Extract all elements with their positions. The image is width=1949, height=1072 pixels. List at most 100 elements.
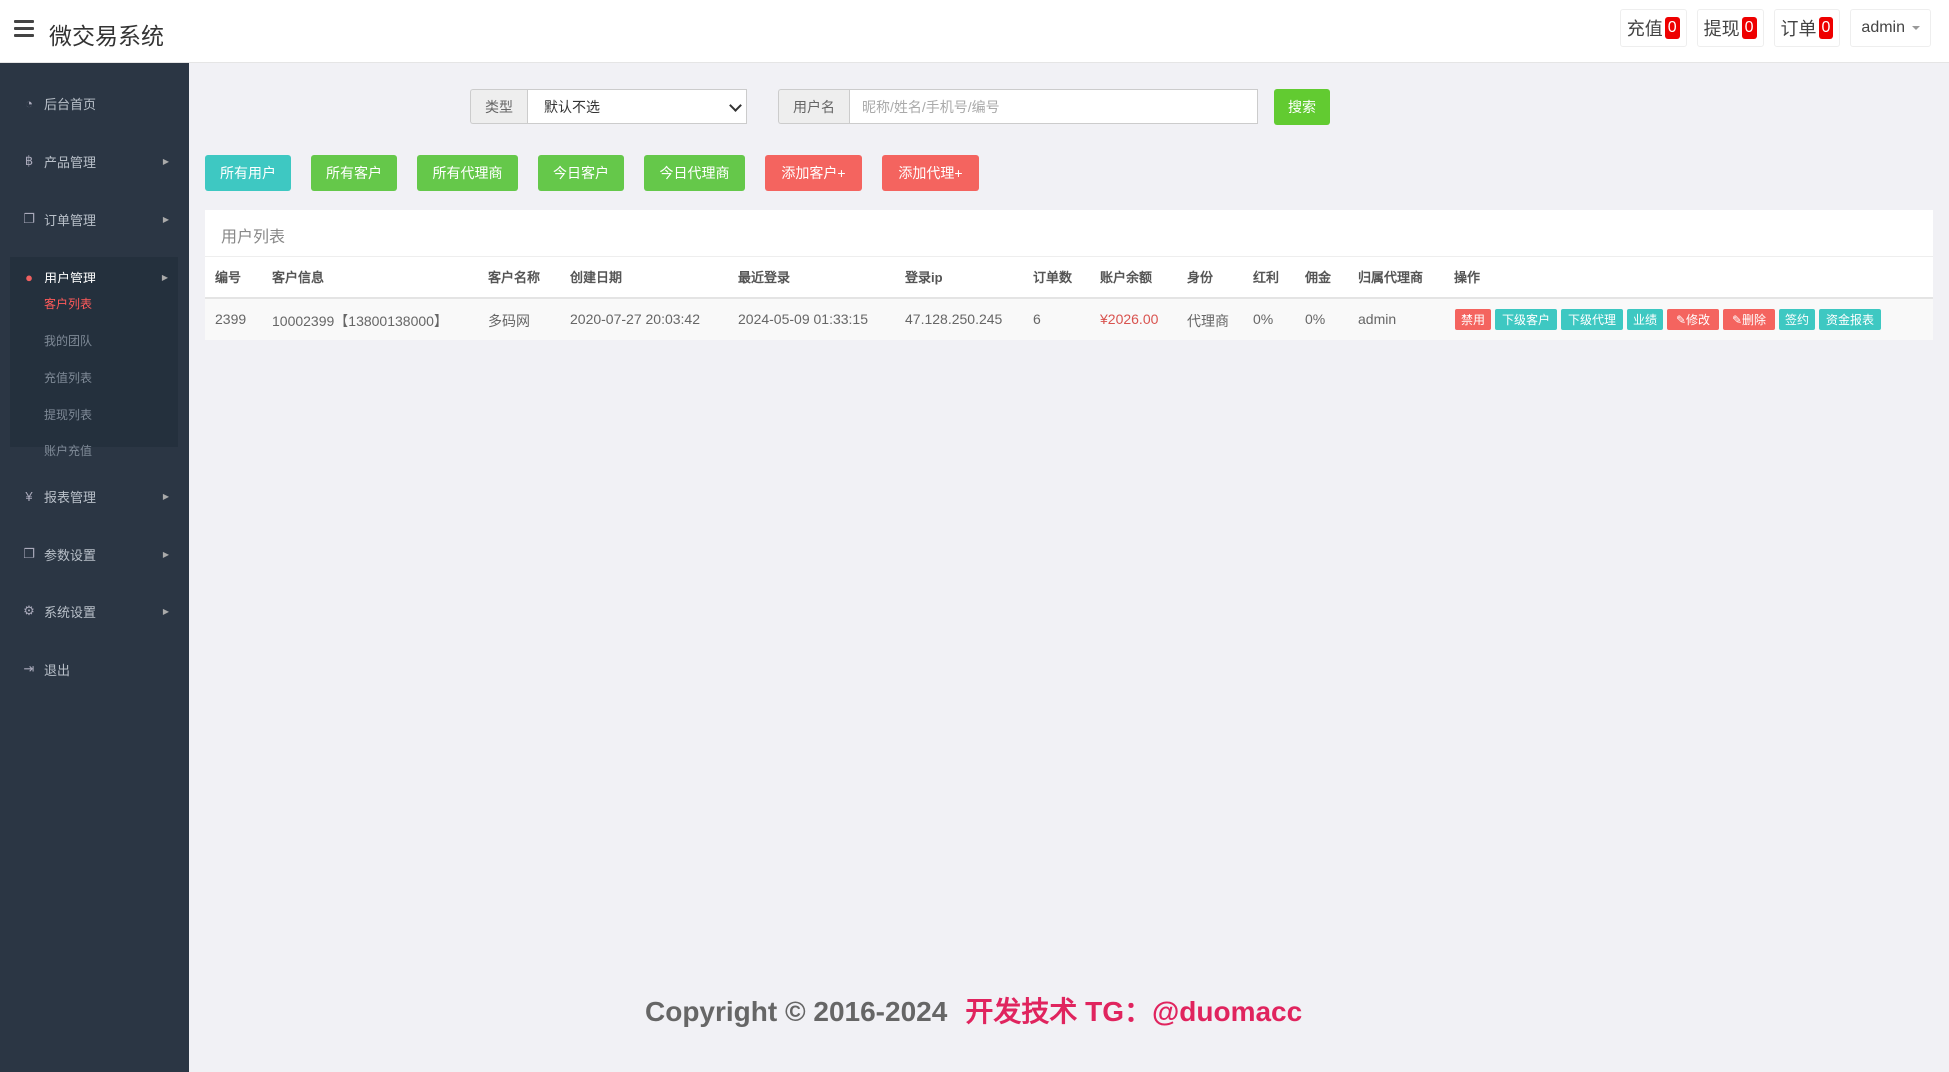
- all-customers-button[interactable]: 所有客户: [311, 155, 397, 191]
- caret-right-icon: ▶: [162, 214, 169, 224]
- sidebar-item-label: 退出: [44, 662, 71, 678]
- cell-agent: admin: [1358, 311, 1397, 327]
- sign-out-icon: ⇥: [23, 661, 35, 676]
- column-header: 账户余额: [1100, 270, 1153, 285]
- user-list-panel: 用户列表 编号 客户信息 客户名称 创建日期 最近登录 登录ip 订单数 账户余…: [205, 210, 1933, 340]
- cell-created: 2020-07-27 20:03:42: [570, 311, 700, 327]
- column-header: 操作: [1454, 270, 1481, 285]
- column-header: 编号: [215, 270, 242, 285]
- sign-contract-button[interactable]: 签约: [1779, 309, 1815, 330]
- sidebar-item-params[interactable]: ❐ 参数设置 ▶: [0, 534, 189, 574]
- top-header: 微交易系统 充值 0 提现 0 订单 0 admin: [0, 0, 1949, 63]
- submenu-account-recharge[interactable]: 账户充值: [44, 442, 92, 459]
- search-button[interactable]: 搜索: [1274, 89, 1330, 125]
- sub-agents-button[interactable]: 下级代理: [1561, 309, 1623, 330]
- user-name: admin: [1861, 19, 1905, 36]
- add-customer-button[interactable]: 添加客户+: [765, 155, 862, 191]
- column-header: 身份: [1187, 270, 1214, 285]
- sidebar-item-dashboard[interactable]: ◔ 后台首页: [0, 83, 189, 123]
- cell-role: 代理商: [1187, 313, 1229, 329]
- sidebar-item-label: 系统设置: [44, 604, 97, 620]
- sidebar-item-label: 报表管理: [44, 489, 97, 505]
- pencil-icon: ✎: [1731, 312, 1743, 327]
- recharge-label: 充值: [1626, 19, 1663, 39]
- cell-bonus: 0%: [1253, 311, 1274, 327]
- edit-button[interactable]: ✎ 修改: [1667, 309, 1719, 330]
- cell-info: 10002399【13800138000】: [272, 313, 448, 329]
- chevron-down-icon: [729, 99, 742, 112]
- copy-icon: ❐: [23, 211, 35, 226]
- column-header: 客户信息: [272, 270, 325, 285]
- yen-icon: ¥: [25, 488, 33, 504]
- sidebar-item-system[interactable]: ⚙ 系统设置 ▶: [0, 591, 189, 631]
- panel-title: 用户列表: [221, 229, 286, 246]
- order-button[interactable]: 订单 0: [1773, 9, 1841, 47]
- column-header: 登录ip: [905, 270, 943, 285]
- caret-right-icon: ▶: [162, 549, 169, 559]
- user-menu-button[interactable]: admin: [1850, 9, 1931, 47]
- column-header: 订单数: [1033, 270, 1073, 285]
- type-select-value: 默认不选: [544, 98, 600, 115]
- sidebar-item-products[interactable]: ฿ 产品管理 ▶: [0, 141, 189, 181]
- submenu-recharge-list[interactable]: 充值列表: [44, 369, 92, 386]
- disable-button[interactable]: 禁用: [1455, 309, 1491, 330]
- withdraw-label: 提现: [1703, 19, 1740, 39]
- sidebar-item-label: 后台首页: [44, 96, 97, 112]
- type-label: 类型: [470, 89, 527, 124]
- sidebar-item-reports[interactable]: ¥ 报表管理 ▶: [0, 476, 189, 516]
- all-users-button[interactable]: 所有用户: [205, 155, 291, 191]
- column-header: 创建日期: [570, 270, 623, 285]
- recharge-count-badge: 0: [1664, 17, 1680, 39]
- caret-right-icon: ▶: [162, 606, 169, 616]
- column-header: 红利: [1253, 270, 1280, 285]
- caret-right-icon: ▶: [161, 272, 168, 282]
- app-title: 微交易系统: [49, 23, 164, 49]
- sidebar-item-label: 产品管理: [44, 154, 97, 170]
- sidebar-item-logout[interactable]: ⇥ 退出: [0, 649, 189, 689]
- order-label: 订单: [1780, 19, 1817, 39]
- column-header: 佣金: [1305, 270, 1332, 285]
- footer: Copyright © 2016-2024 开发技术 TG：@duomacc: [645, 990, 1302, 1030]
- caret-right-icon: ▶: [162, 491, 169, 501]
- sidebar-item-orders[interactable]: ❐ 订单管理 ▶: [0, 199, 189, 239]
- delete-button[interactable]: ✎ 删除: [1723, 309, 1775, 330]
- cell-name: 多码网: [488, 313, 530, 329]
- sidebar-item-label: 参数设置: [44, 547, 97, 563]
- submenu-my-team[interactable]: 我的团队: [44, 332, 92, 349]
- withdraw-count-badge: 0: [1741, 17, 1757, 39]
- cell-orders: 6: [1033, 311, 1041, 327]
- dashboard-icon: ◔: [25, 95, 33, 111]
- copyright-text: Copyright © 2016-2024: [645, 996, 948, 1027]
- column-header: 归属代理商: [1358, 270, 1424, 285]
- sidebar-item-label: 订单管理: [44, 212, 97, 228]
- type-select[interactable]: 默认不选: [527, 89, 747, 124]
- column-header: 最近登录: [738, 270, 791, 285]
- recharge-button[interactable]: 充值 0: [1619, 9, 1687, 47]
- username-search-input[interactable]: [849, 89, 1258, 124]
- today-customers-button[interactable]: 今日客户: [538, 155, 624, 191]
- today-agents-button[interactable]: 今日代理商: [644, 155, 745, 191]
- cell-last-login: 2024-05-09 01:33:15: [738, 311, 868, 327]
- performance-button[interactable]: 业绩: [1627, 309, 1663, 330]
- submenu-customer-list[interactable]: 客户列表: [44, 295, 92, 312]
- withdraw-button[interactable]: 提现 0: [1696, 9, 1764, 47]
- sidebar: ◔ 后台首页 ฿ 产品管理 ▶ ❐ 订单管理 ▶ ● 用户管理 ▶ 客户列表 我…: [0, 63, 189, 1072]
- menu-toggle-icon[interactable]: [14, 20, 34, 38]
- cell-commission: 0%: [1305, 311, 1326, 327]
- funds-report-button[interactable]: 资金报表: [1819, 309, 1881, 330]
- cell-ip: 47.128.250.245: [905, 311, 1003, 327]
- submenu-withdraw-list[interactable]: 提现列表: [44, 406, 92, 423]
- order-count-badge: 0: [1818, 17, 1834, 39]
- caret-down-icon: [1912, 26, 1920, 30]
- sub-customers-button[interactable]: 下级客户: [1495, 309, 1557, 330]
- cell-id: 2399: [215, 311, 247, 327]
- bitcoin-icon: ฿: [24, 153, 34, 168]
- copy-icon: ❐: [23, 546, 35, 561]
- top-right-actions: 充值 0 提现 0 订单 0 admin: [1619, 9, 1931, 47]
- all-agents-button[interactable]: 所有代理商: [417, 155, 518, 191]
- users-submenu: 客户列表 我的团队 充值列表 提现列表 账户充值: [10, 283, 178, 458]
- add-agent-button[interactable]: 添加代理+: [882, 155, 979, 191]
- username-label: 用户名: [778, 89, 849, 124]
- type-filter-group: 类型 默认不选: [470, 89, 747, 124]
- gears-icon: ⚙: [23, 603, 35, 618]
